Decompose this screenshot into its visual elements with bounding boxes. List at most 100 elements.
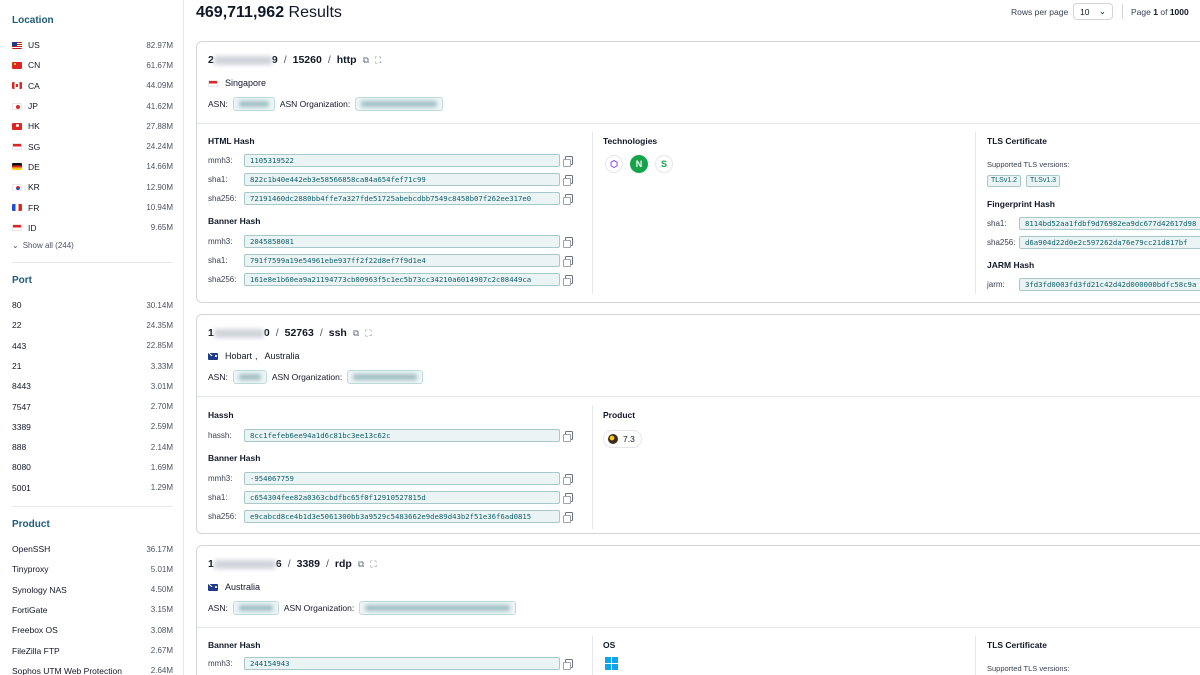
facet-item[interactable]: FortiGate 3.15M xyxy=(12,600,173,620)
facet-item[interactable]: US 82.97M xyxy=(12,35,173,55)
copy-icon[interactable] xyxy=(563,431,573,442)
facet-item-name: 80 xyxy=(12,300,22,311)
facet-item[interactable]: 8080 1.69M xyxy=(12,457,173,477)
asn-chip[interactable] xyxy=(232,601,279,615)
expand-icon[interactable]: ⛶ xyxy=(365,328,371,339)
copy-icon[interactable] xyxy=(563,659,573,670)
banner-hash-sha256-value[interactable]: 161e8e1b60ea9a21194773cb00963f5c1ec5b73c… xyxy=(244,272,560,286)
ip-address[interactable]: 2 9 xyxy=(208,54,278,66)
facet-item[interactable]: 3389 2.59M xyxy=(12,417,173,437)
fingerprint-sha256-value[interactable]: d6a904d22d0e2c597262da76e79cc21d817bf xyxy=(1019,235,1200,249)
facet-item[interactable]: Sophos UTM Web Protection 2.64M xyxy=(12,661,173,675)
copy-icon[interactable]: ⧉ xyxy=(363,55,369,66)
copy-icon[interactable] xyxy=(563,474,573,485)
facet-item[interactable]: Synology NAS 4.50M xyxy=(12,580,173,600)
asn-organization-chip[interactable] xyxy=(359,601,517,615)
facet-item[interactable]: 80 30.14M xyxy=(12,295,173,315)
php-icon[interactable]: ⬡ xyxy=(605,155,623,173)
ip-address[interactable]: 1 0 xyxy=(208,327,270,339)
copy-icon[interactable] xyxy=(563,156,573,167)
asn-organization-chip[interactable] xyxy=(347,370,424,384)
facet-item[interactable]: DE 14.66M xyxy=(12,157,173,177)
location-row: Singapore xyxy=(208,78,266,88)
tls-certificate-title: TLS Certificate xyxy=(987,640,1047,650)
protocol-name[interactable]: ssh xyxy=(329,327,347,339)
banner-hash-mmh3-value[interactable]: 2045858081 xyxy=(244,234,560,248)
facet-item[interactable]: 888 2.14M xyxy=(12,437,173,457)
copy-icon[interactable] xyxy=(563,493,573,504)
jarm-hash-value[interactable]: 3fd3fd0003fd3fd21c42d42d000000bdfc58c9a xyxy=(1019,277,1200,291)
facet-item[interactable]: ID 9.65M xyxy=(12,218,173,238)
copy-icon[interactable] xyxy=(563,175,573,186)
ip-address[interactable]: 1 6 xyxy=(208,558,282,570)
port-number[interactable]: 3389 xyxy=(297,558,320,570)
copy-icon[interactable]: ⧉ xyxy=(358,559,364,570)
facet-item[interactable]: FileZilla FTP 2.67M xyxy=(12,640,173,660)
tls-version-chip[interactable]: TLSv1.2 xyxy=(987,175,1022,187)
location-country[interactable]: Australia xyxy=(265,351,300,361)
facet-item[interactable]: CA 44.09M xyxy=(12,76,173,96)
facet-item[interactable]: 8443 3.01M xyxy=(12,376,173,396)
facet-item-name: JP xyxy=(28,101,38,112)
location-country[interactable]: Singapore xyxy=(225,78,266,88)
country-flag-icon xyxy=(12,41,22,49)
banner-hash-sha1-value[interactable]: 791f7599a19e54961ebe937ff2f22d8ef7f9d1e4 xyxy=(244,253,560,267)
facet-item[interactable]: SG 24.24M xyxy=(12,136,173,156)
facet-item[interactable]: Freebox OS 3.08M xyxy=(12,620,173,640)
facet-item[interactable]: HK 27.88M xyxy=(12,116,173,136)
facet-item-count: 44.09M xyxy=(146,81,173,91)
banner-hash-sha1-value[interactable]: c654304fee82a0363cbdfbc65f0f12910527815d xyxy=(244,490,560,504)
location-city[interactable]: Hobart xyxy=(225,351,252,361)
asn-chip[interactable] xyxy=(232,370,267,384)
html-hash-sha1-value[interactable]: 822c1b40e442eb3e58566858ca84a654fef71c99 xyxy=(244,172,560,186)
facet-item[interactable]: Tinyproxy 5.01M xyxy=(12,559,173,579)
facet-item[interactable]: 5001 1.29M xyxy=(12,478,173,498)
facet-item[interactable]: KR 12.90M xyxy=(12,177,173,197)
facet-item[interactable]: JP 41.62M xyxy=(12,96,173,116)
divider xyxy=(592,636,593,675)
asn-organization-chip[interactable] xyxy=(355,97,444,111)
facet-item[interactable]: OpenSSH 36.17M xyxy=(12,539,173,559)
location-country[interactable]: Australia xyxy=(225,582,260,592)
protocol-name[interactable]: rdp xyxy=(335,558,352,570)
expand-icon[interactable]: ⛶ xyxy=(370,559,376,570)
hassh-value[interactable]: 8cc1fefeb6ee94a1d6c81bc3ee13c62c xyxy=(244,428,560,442)
facet-item-count: 2.59M xyxy=(150,422,173,432)
facet-item[interactable]: CN 61.67M xyxy=(12,55,173,75)
copy-icon[interactable]: ⧉ xyxy=(353,328,359,339)
banner-hash-mmh3-value[interactable]: 244154943 xyxy=(244,656,560,670)
divider xyxy=(1122,4,1123,19)
facet-item[interactable]: 443 22.85M xyxy=(12,336,173,356)
facet-item-count: 5.01M xyxy=(150,564,173,574)
protocol-name[interactable]: http xyxy=(337,54,357,66)
chevron-down-icon: ⌄ xyxy=(12,240,19,250)
expand-icon[interactable]: ⛶ xyxy=(375,55,381,66)
nginx-icon[interactable]: N xyxy=(630,155,648,173)
html-hash-sha256-value[interactable]: 72191460dc2880bb4ffe7a327fde51725abebcdb… xyxy=(244,191,560,205)
rows-per-page-select[interactable]: 10 ⌄ xyxy=(1073,3,1113,20)
port-number[interactable]: 15260 xyxy=(293,54,322,66)
facet-item-count: 22.85M xyxy=(146,341,173,351)
copy-icon[interactable] xyxy=(563,237,573,248)
banner-hash-mmh3-value[interactable]: -954067759 xyxy=(244,471,560,485)
facet-item[interactable]: 21 3.33M xyxy=(12,356,173,376)
copy-icon[interactable] xyxy=(563,512,573,523)
banner-hash-sha256-value[interactable]: e9cabcd8ce4b1d3e5061300bb3a9529c5483662e… xyxy=(244,509,560,523)
facet-item[interactable]: FR 10.94M xyxy=(12,197,173,217)
html-hash-mmh3-value[interactable]: 1105319522 xyxy=(244,153,560,167)
asn-chip[interactable] xyxy=(232,97,275,111)
facet-item-count: 30.14M xyxy=(146,300,173,310)
windows-icon[interactable] xyxy=(605,657,618,670)
show-all-locations-button[interactable]: ⌄ Show all (244) xyxy=(12,238,173,254)
product-chip[interactable]: 7.3 xyxy=(603,430,642,448)
copy-icon[interactable] xyxy=(563,256,573,267)
copy-icon[interactable] xyxy=(563,275,573,286)
port-number[interactable]: 52763 xyxy=(285,327,314,339)
fingerprint-sha1-value[interactable]: 8114bd52aa1fdbf9d76982ea9dc677d42617d98 xyxy=(1019,216,1200,230)
copy-icon[interactable] xyxy=(563,194,573,205)
facet-item[interactable]: 7547 2.70M xyxy=(12,396,173,416)
tls-version-chip[interactable]: TLSv1.3 xyxy=(1026,175,1061,187)
framework-s-icon[interactable]: S xyxy=(655,155,673,173)
facet-item-name: 21 xyxy=(12,361,22,371)
facet-item[interactable]: 22 24.35M xyxy=(12,315,173,335)
